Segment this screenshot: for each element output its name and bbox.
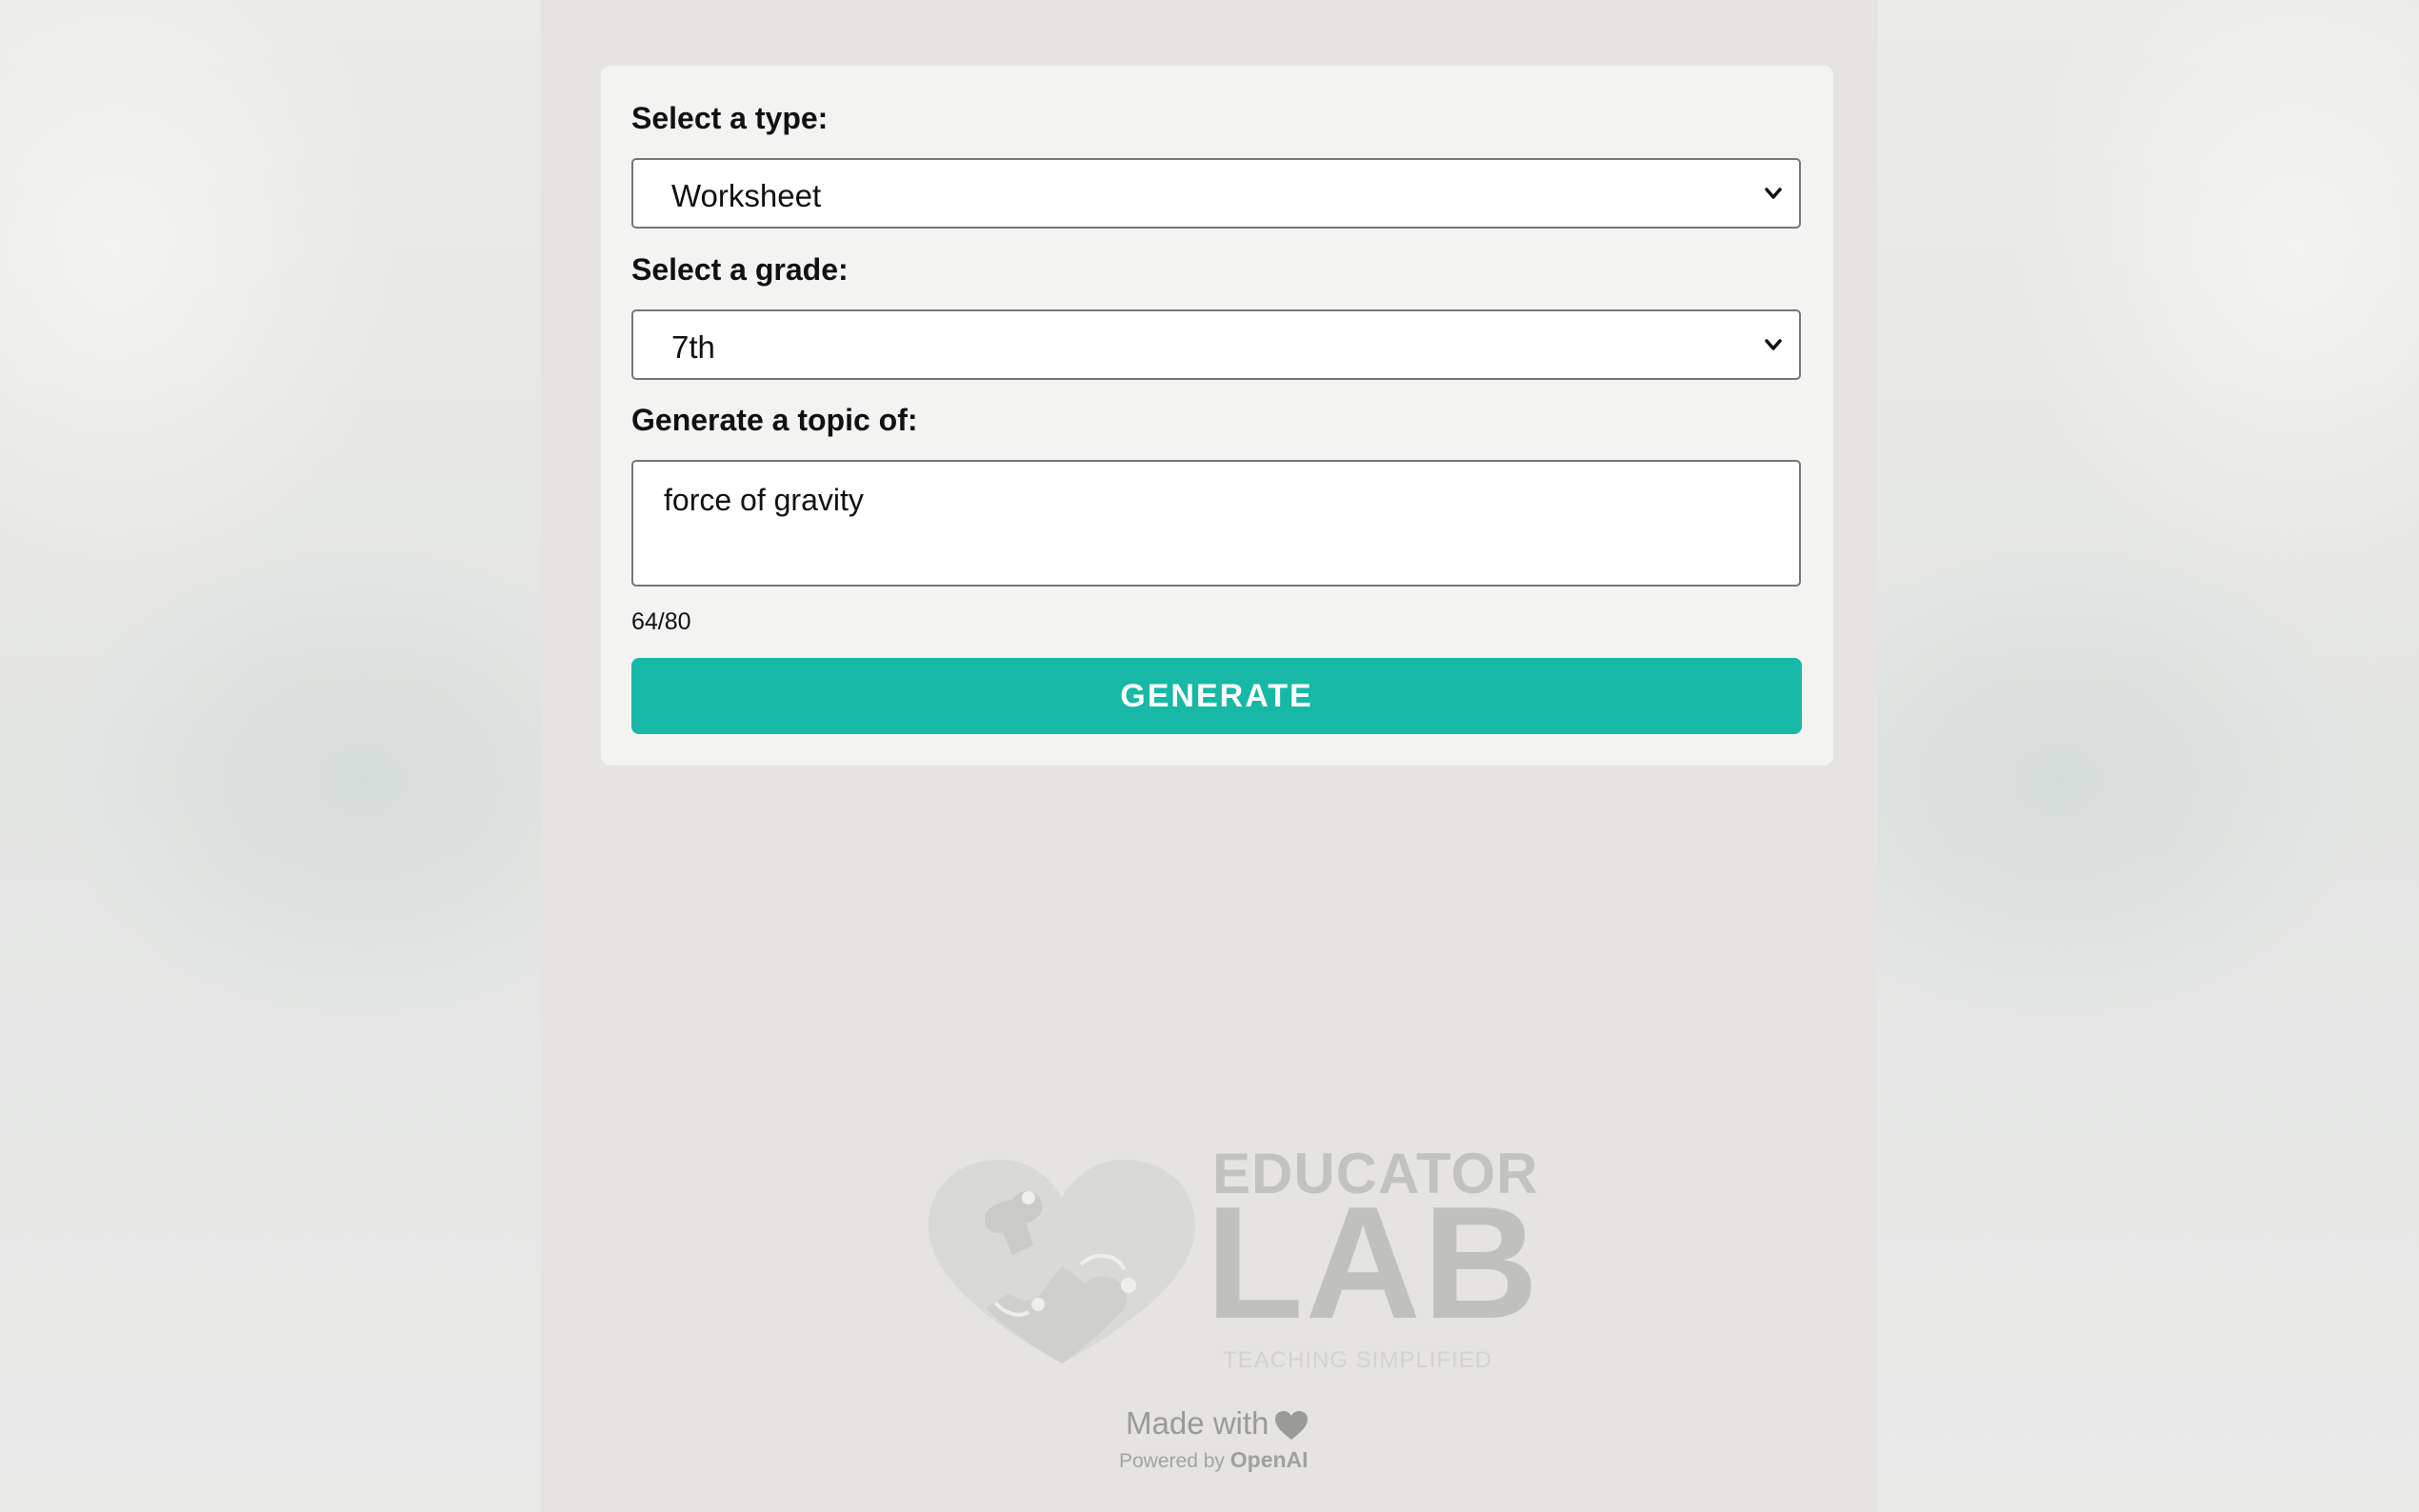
powered-by-brand: OpenAI [1229, 1447, 1309, 1472]
powered-by: Powered by OpenAI [1119, 1447, 1309, 1473]
chevron-down-icon [1765, 339, 1782, 350]
grade-select-value: 7th [671, 329, 715, 365]
heart-puzzle-icon [929, 1160, 1195, 1363]
topic-label: Generate a topic of: [631, 403, 918, 437]
generate-button[interactable]: GENERATE [631, 658, 1802, 734]
type-select-value: Worksheet [671, 178, 822, 213]
made-with-text: Made with [1126, 1405, 1269, 1441]
background-right [1878, 0, 2419, 1512]
logo-tagline: TEACHING SIMPLIFIED [1223, 1347, 1493, 1373]
chevron-down-icon [1765, 188, 1782, 199]
character-counter: 64/80 [631, 608, 691, 635]
grade-label: Select a grade: [631, 252, 849, 287]
heart-icon [1275, 1411, 1308, 1440]
background-left [0, 0, 541, 1512]
powered-by-text: Powered by [1119, 1450, 1225, 1472]
topic-textarea-value: force of gravity [664, 483, 864, 517]
type-select[interactable]: Worksheet [631, 158, 1801, 229]
type-label: Select a type: [631, 101, 829, 135]
topic-textarea[interactable]: force of gravity [631, 460, 1801, 587]
grade-select[interactable]: 7th [631, 309, 1801, 380]
logo-lab-text: LAB [1206, 1173, 1541, 1352]
